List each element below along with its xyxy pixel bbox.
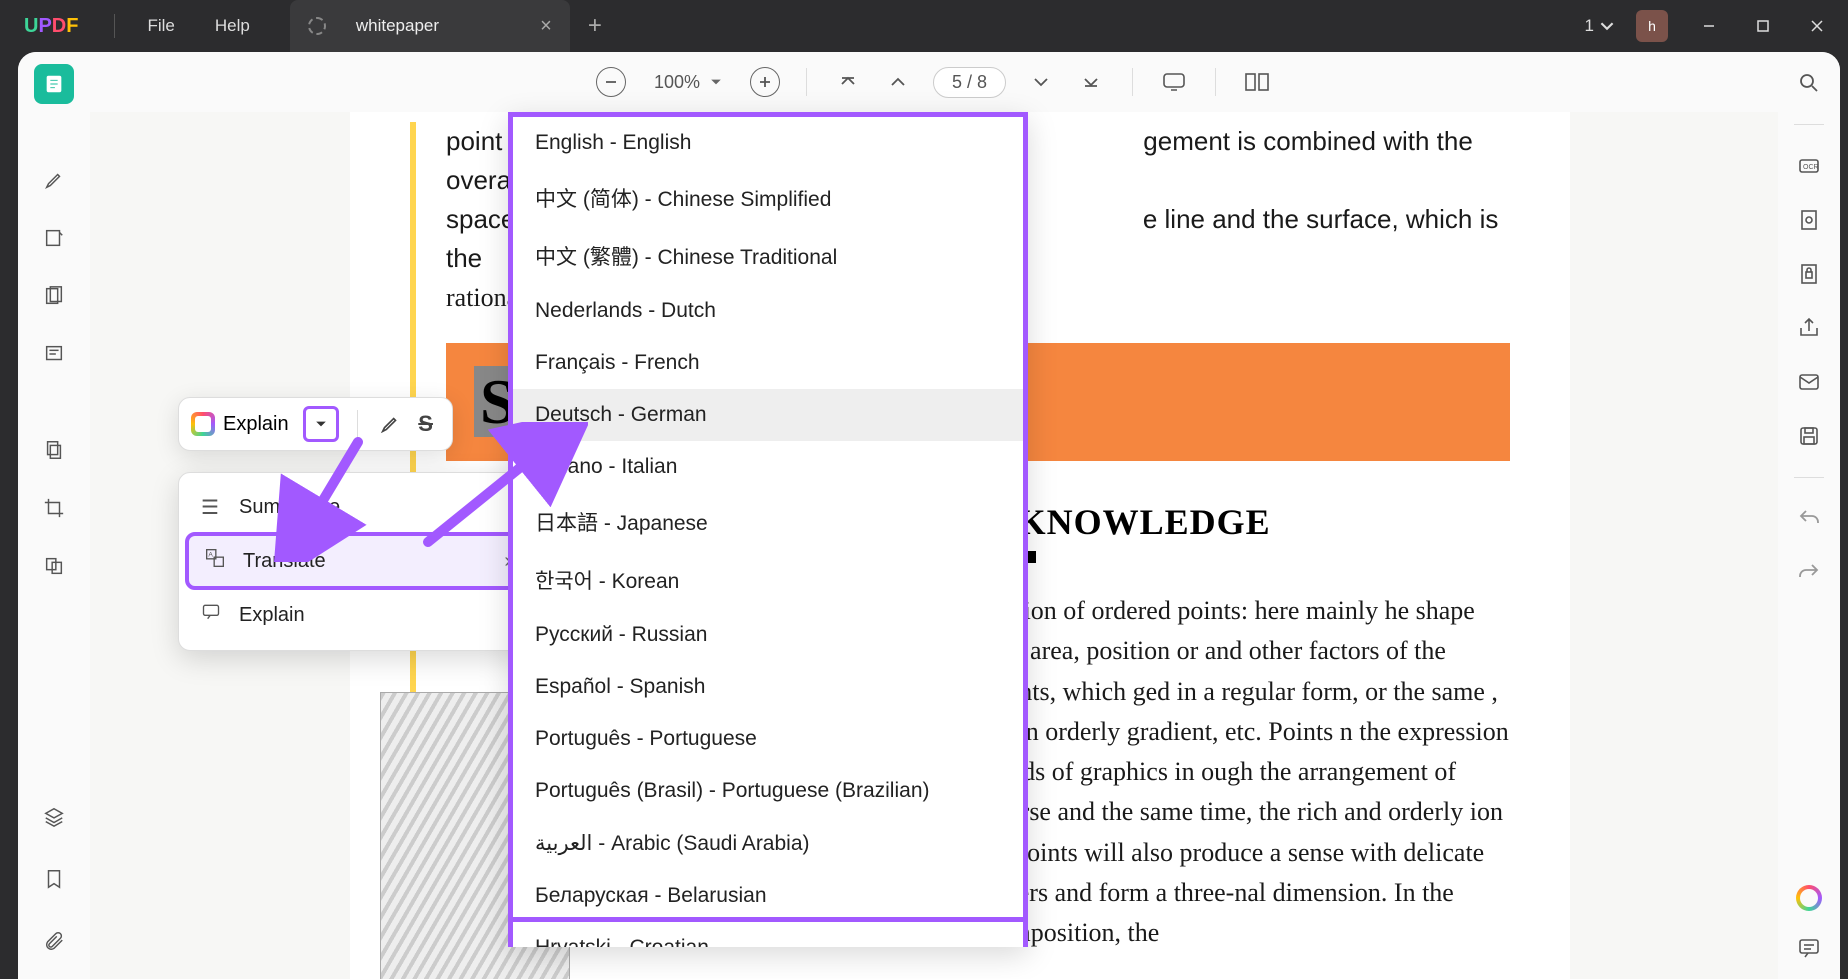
- chat-icon: [201, 602, 223, 628]
- right-toolbar: OCR: [1778, 52, 1840, 979]
- bookmark-button[interactable]: [34, 859, 74, 899]
- lang-item[interactable]: Deutsch - German: [513, 389, 1023, 441]
- minimize-button[interactable]: [1686, 8, 1732, 44]
- lock-button[interactable]: [1796, 261, 1822, 287]
- list-icon: ☰: [201, 495, 223, 520]
- menu-item-translate[interactable]: A Translate ›: [185, 532, 531, 590]
- menu-label: Summarize: [239, 496, 340, 519]
- pages-tool-button[interactable]: [34, 276, 74, 316]
- divider: [114, 14, 115, 38]
- top-toolbar: 100% 5 / 8: [90, 52, 1778, 112]
- explain-button[interactable]: Explain: [191, 412, 289, 436]
- prev-page-button[interactable]: [883, 67, 913, 97]
- undo-button[interactable]: [1796, 506, 1822, 532]
- menu-label: Explain: [239, 604, 305, 627]
- lang-item[interactable]: العربية - Arabic (Saudi Arabia): [513, 817, 1023, 870]
- zoom-in-button[interactable]: [750, 67, 780, 97]
- form-tool-button[interactable]: [34, 334, 74, 374]
- reader-mode-button[interactable]: [34, 64, 74, 104]
- highlight-tool-button[interactable]: [34, 160, 74, 200]
- menu-help[interactable]: Help: [195, 16, 270, 36]
- lang-item[interactable]: Hrvatski - Croatian: [513, 917, 1023, 947]
- left-toolbar: [18, 52, 90, 979]
- duplicate-tool-button[interactable]: [34, 546, 74, 586]
- tab-title: whitepaper: [356, 16, 510, 36]
- svg-text:OCR: OCR: [1803, 164, 1819, 171]
- copy-tool-button[interactable]: [34, 430, 74, 470]
- attachment-button[interactable]: [34, 921, 74, 961]
- lang-item[interactable]: 日本語 - Japanese: [513, 493, 1023, 551]
- lang-item[interactable]: Nederlands - Dutch: [513, 285, 1023, 337]
- translate-icon: A: [205, 548, 227, 574]
- zoom-out-button[interactable]: [596, 67, 626, 97]
- lang-item[interactable]: Italiano - Italian: [513, 441, 1023, 493]
- new-tab-button[interactable]: +: [570, 12, 620, 40]
- first-page-button[interactable]: [833, 67, 863, 97]
- lang-item[interactable]: Español - Spanish: [513, 661, 1023, 713]
- menu-item-summarize[interactable]: ☰ Summarize: [185, 483, 531, 532]
- highlighter-icon[interactable]: [376, 410, 404, 438]
- notification-count[interactable]: 1: [1581, 16, 1618, 36]
- ocr-button[interactable]: OCR: [1796, 153, 1822, 179]
- mail-button[interactable]: [1796, 369, 1822, 395]
- explain-label: Explain: [223, 413, 289, 436]
- user-avatar[interactable]: h: [1636, 10, 1668, 42]
- protect-button[interactable]: [1796, 207, 1822, 233]
- page-layout-button[interactable]: [1242, 67, 1272, 97]
- svg-text:A: A: [208, 551, 213, 558]
- save-button[interactable]: [1796, 423, 1822, 449]
- body-text: osition of ordered points: here mainly h…: [986, 591, 1510, 954]
- lang-item[interactable]: 中文 (繁體) - Chinese Traditional: [513, 227, 1023, 285]
- lang-item[interactable]: 한국어 - Korean: [513, 551, 1023, 609]
- annotate-tool-button[interactable]: [34, 218, 74, 258]
- main-panel: OCR 100% 5 / 8 point form agement: [18, 52, 1840, 979]
- ai-assistant-icon[interactable]: [1796, 885, 1822, 911]
- strikethrough-icon[interactable]: S: [412, 410, 440, 438]
- ai-actions-menu: ☰ Summarize A Translate › Explain: [178, 472, 538, 651]
- share-button[interactable]: [1796, 315, 1822, 341]
- maximize-button[interactable]: [1740, 8, 1786, 44]
- redo-button[interactable]: [1796, 560, 1822, 586]
- search-button[interactable]: [1796, 70, 1822, 96]
- lang-item[interactable]: Русский - Russian: [513, 609, 1023, 661]
- lang-item[interactable]: Français - French: [513, 337, 1023, 389]
- selection-toolbar: Explain S: [178, 397, 453, 451]
- explain-dropdown-caret[interactable]: [303, 406, 339, 442]
- lang-item[interactable]: Português - Portuguese: [513, 713, 1023, 765]
- layers-button[interactable]: [34, 797, 74, 837]
- menu-item-explain[interactable]: Explain: [185, 590, 531, 640]
- titlebar: UPDF File Help whitepaper × + 1 h: [0, 0, 1848, 52]
- ai-logo-icon: [191, 412, 215, 436]
- menu-label: Translate: [243, 550, 326, 573]
- language-submenu: English - English 中文 (简体) - Chinese Simp…: [508, 112, 1028, 947]
- tab-active[interactable]: whitepaper ×: [290, 0, 570, 52]
- lang-item[interactable]: Беларуская - Belarusian: [513, 870, 1023, 922]
- app-logo: UPDF: [0, 15, 102, 38]
- menu-file[interactable]: File: [127, 16, 194, 36]
- page-input[interactable]: 5 / 8: [933, 67, 1006, 98]
- presentation-button[interactable]: [1159, 67, 1189, 97]
- last-page-button[interactable]: [1076, 67, 1106, 97]
- close-button[interactable]: [1794, 8, 1840, 44]
- tab-file-icon: [308, 17, 326, 35]
- comments-button[interactable]: [1796, 935, 1822, 961]
- tab-bar: whitepaper × +: [290, 0, 620, 52]
- zoom-select[interactable]: 100%: [646, 72, 730, 93]
- tab-close-icon[interactable]: ×: [540, 15, 552, 38]
- next-page-button[interactable]: [1026, 67, 1056, 97]
- lang-item[interactable]: English - English: [513, 117, 1023, 169]
- crop-tool-button[interactable]: [34, 488, 74, 528]
- lang-item[interactable]: 中文 (简体) - Chinese Simplified: [513, 169, 1023, 227]
- lang-item[interactable]: Português (Brasil) - Portuguese (Brazili…: [513, 765, 1023, 817]
- section-heading: F KNOWLEDGE: [986, 501, 1510, 543]
